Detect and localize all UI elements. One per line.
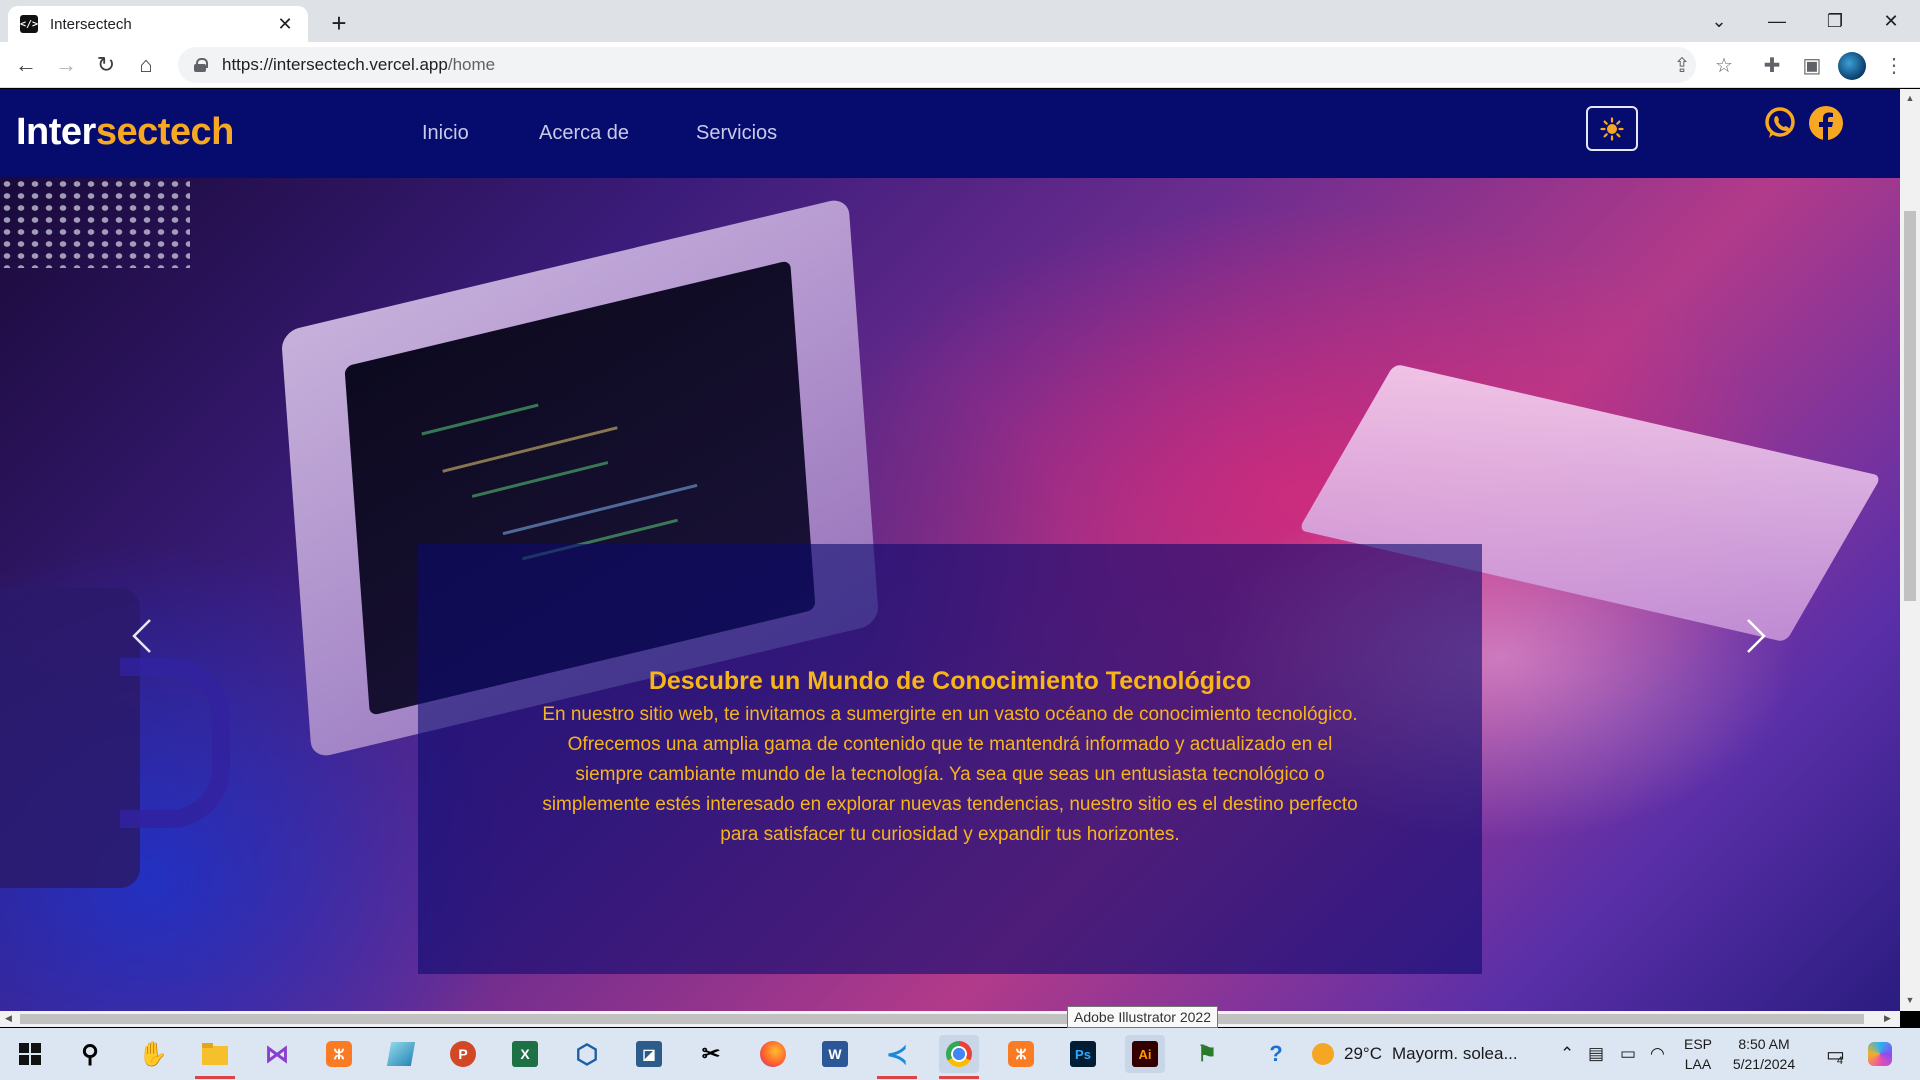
carousel-caption-title: Descubre un Mundo de Conocimiento Tecnol… bbox=[648, 667, 1252, 695]
carousel-prev-button[interactable] bbox=[122, 611, 162, 661]
browser-tab[interactable]: </> Intersectech ✕ bbox=[8, 6, 308, 42]
language-indicator[interactable]: ESP LAA bbox=[1684, 1028, 1712, 1080]
weather-description: Mayorm. solea... bbox=[1391, 1044, 1518, 1063]
show-hidden-icons-chevron-icon[interactable]: ⌃ bbox=[1560, 1028, 1574, 1080]
powerpoint-icon[interactable]: P bbox=[443, 1035, 483, 1073]
share-icon[interactable]: ⇪ bbox=[1666, 49, 1698, 81]
brand-part-1: Inter bbox=[16, 111, 96, 153]
browser-tabstrip: </> Intersectech ✕ + ⌄ — ❐ ✕ bbox=[0, 0, 1920, 42]
browser-menu-icon[interactable]: ⋮ bbox=[1878, 49, 1910, 81]
nav-link-acerca-de[interactable]: Acerca de bbox=[539, 122, 629, 145]
tab-title: Intersectech bbox=[50, 15, 132, 33]
weather-widget[interactable]: 29°C Mayorm. solea... bbox=[1312, 1028, 1518, 1080]
network-status-icon[interactable]: ▤ bbox=[1588, 1028, 1604, 1080]
url-text: https://intersectech.vercel.app/home bbox=[222, 55, 496, 74]
app-icon[interactable]: ⚑ bbox=[1187, 1035, 1227, 1073]
virtualbox-icon[interactable]: ⬡ bbox=[567, 1035, 607, 1073]
hero-image-mug bbox=[0, 588, 140, 888]
app-icon[interactable]: ◪ bbox=[629, 1035, 669, 1073]
nav-link-inicio[interactable]: Inicio bbox=[422, 122, 469, 145]
chevron-right-icon bbox=[1747, 619, 1766, 653]
clock[interactable]: 8:50 AM 5/21/2024 bbox=[1726, 1028, 1802, 1080]
weather-sun-icon bbox=[1312, 1043, 1334, 1065]
vscode-icon[interactable]: ≺ bbox=[877, 1035, 917, 1079]
extensions-puzzle-icon[interactable]: ✚ bbox=[1756, 49, 1788, 81]
battery-icon[interactable]: ▭ bbox=[1620, 1028, 1636, 1080]
browser-toolbar: ← → ↻ ⌂ https://intersectech.vercel.app/… bbox=[0, 42, 1920, 88]
language-code: ESP bbox=[1684, 1036, 1713, 1052]
scroll-down-arrow-icon[interactable]: ▼ bbox=[1905, 995, 1915, 1005]
vertical-scrollbar[interactable]: ▲ ▼ bbox=[1900, 89, 1920, 1011]
facebook-icon[interactable] bbox=[1808, 105, 1844, 141]
site-logo[interactable]: Intersectech bbox=[16, 111, 234, 154]
scroll-right-arrow-icon[interactable]: ▶ bbox=[1884, 1013, 1891, 1024]
windows-taskbar: ⚲ ✋ ⋈ ⵣ P X ⬡ ◪ ✂ W ≺ ⵣ Ps Ai ⚑ ? 29°C M… bbox=[0, 1028, 1920, 1080]
notification-count: 4 bbox=[1836, 1055, 1844, 1067]
help-icon[interactable]: ? bbox=[1256, 1035, 1296, 1073]
weather-temp: 29°C bbox=[1344, 1044, 1382, 1063]
capcut-icon[interactable]: ✂ bbox=[691, 1035, 731, 1073]
start-icon[interactable] bbox=[10, 1035, 50, 1073]
notification-center-icon[interactable]: ▭ 4 bbox=[1826, 1028, 1845, 1080]
profile-avatar[interactable] bbox=[1838, 52, 1866, 80]
back-button[interactable]: ← bbox=[10, 49, 42, 81]
media-icon[interactable]: ✋ bbox=[133, 1035, 173, 1073]
illustrator-icon[interactable]: Ai bbox=[1125, 1035, 1165, 1073]
side-panel-icon[interactable]: ▣ bbox=[1796, 49, 1828, 81]
restore-button[interactable]: ❐ bbox=[1806, 0, 1864, 42]
firefox-icon[interactable] bbox=[753, 1035, 793, 1073]
app-icon[interactable] bbox=[381, 1035, 421, 1073]
brand-part-2: sectech bbox=[95, 111, 235, 153]
clock-date: 5/21/2024 bbox=[1732, 1056, 1796, 1072]
visual-studio-icon[interactable]: ⋈ bbox=[257, 1035, 297, 1073]
carousel-caption-text: En nuestro sitio web, te invitamos a sum… bbox=[542, 704, 1358, 845]
xampp-icon[interactable]: ⵣ bbox=[1001, 1035, 1041, 1073]
web-page: Intersectech Inicio Acerca de Servicios bbox=[0, 89, 1900, 1011]
xampp-icon[interactable]: ⵣ bbox=[319, 1035, 359, 1073]
copilot-icon[interactable] bbox=[1868, 1028, 1892, 1080]
taskbar-tooltip: Adobe Illustrator 2022 bbox=[1067, 1006, 1218, 1028]
carousel-next-button[interactable] bbox=[1736, 611, 1776, 661]
site-favicon-icon: </> bbox=[20, 15, 38, 33]
photoshop-icon[interactable]: Ps bbox=[1063, 1035, 1103, 1073]
forward-button[interactable]: → bbox=[50, 49, 82, 81]
horizontal-scrollbar-thumb[interactable] bbox=[20, 1014, 1864, 1024]
site-navbar: Intersectech Inicio Acerca de Servicios bbox=[0, 89, 1900, 178]
reload-button[interactable]: ↻ bbox=[90, 49, 122, 81]
tab-search-chevron-icon[interactable]: ⌄ bbox=[1690, 0, 1748, 42]
close-tab-icon[interactable]: ✕ bbox=[274, 14, 296, 35]
clock-time: 8:50 AM bbox=[1738, 1036, 1790, 1052]
wifi-icon[interactable]: ◠ bbox=[1650, 1028, 1665, 1080]
vertical-scrollbar-thumb[interactable] bbox=[1904, 211, 1916, 601]
excel-icon[interactable]: X bbox=[505, 1035, 545, 1073]
scroll-left-arrow-icon[interactable]: ◀ bbox=[5, 1013, 12, 1024]
minimize-button[interactable]: — bbox=[1748, 0, 1806, 42]
scroll-up-arrow-icon[interactable]: ▲ bbox=[1905, 93, 1915, 103]
bookmark-star-icon[interactable]: ☆ bbox=[1708, 49, 1740, 81]
close-window-button[interactable]: ✕ bbox=[1862, 0, 1920, 42]
file-explorer-icon[interactable] bbox=[195, 1035, 235, 1079]
chrome-icon[interactable] bbox=[939, 1035, 979, 1079]
new-tab-button[interactable]: + bbox=[322, 6, 356, 40]
search-icon[interactable]: ⚲ bbox=[70, 1035, 110, 1073]
sun-icon bbox=[1600, 116, 1624, 141]
hero-image-speaker bbox=[0, 178, 190, 268]
hero-image-mug-handle bbox=[120, 658, 230, 828]
nav-link-servicios[interactable]: Servicios bbox=[696, 122, 777, 145]
whatsapp-icon[interactable] bbox=[1762, 105, 1798, 141]
theme-toggle-button[interactable] bbox=[1586, 106, 1638, 151]
keyboard-layout: LAA bbox=[1684, 1056, 1712, 1072]
home-button[interactable]: ⌂ bbox=[130, 49, 162, 81]
word-icon[interactable]: W bbox=[815, 1035, 855, 1073]
horizontal-scrollbar[interactable]: ◀ ▶ bbox=[0, 1011, 1900, 1027]
lock-icon[interactable] bbox=[194, 58, 208, 72]
chevron-left-icon bbox=[132, 619, 151, 653]
address-bar[interactable]: https://intersectech.vercel.app/home bbox=[178, 47, 1696, 83]
